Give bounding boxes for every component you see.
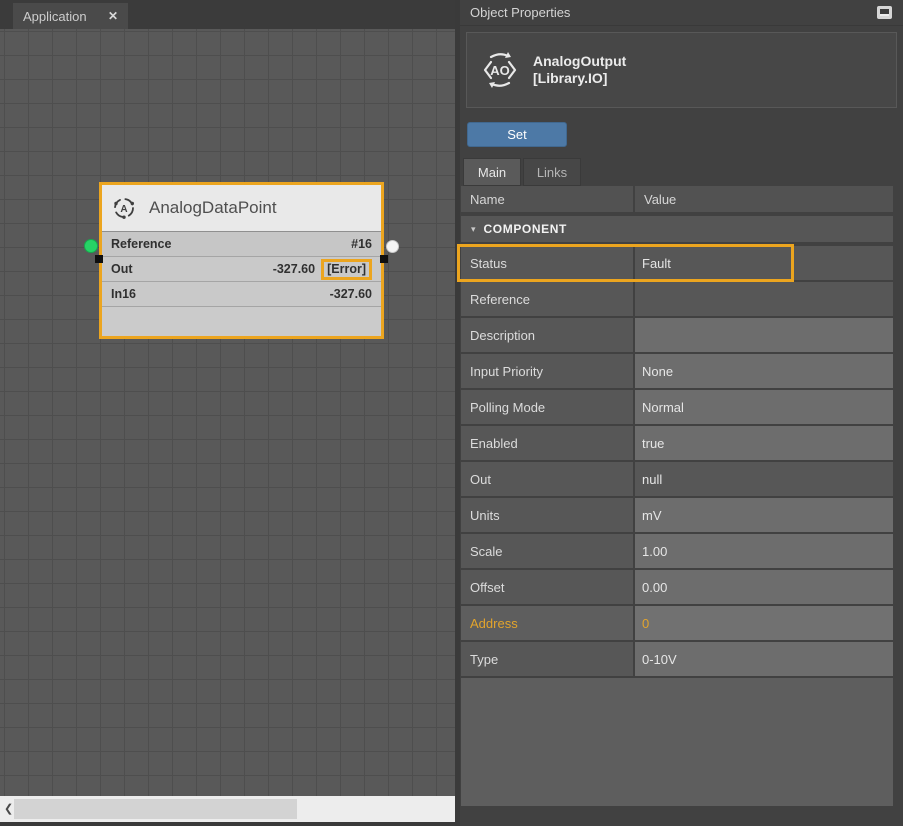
- set-button-label: Set: [507, 127, 527, 142]
- horizontal-scrollbar[interactable]: ❮: [0, 796, 455, 822]
- property-row-out[interactable]: Out null: [461, 462, 893, 496]
- window-glyph: [880, 9, 889, 16]
- tab-main[interactable]: Main: [463, 158, 521, 186]
- node-slot-reference[interactable]: Reference #16: [102, 232, 381, 257]
- set-button[interactable]: Set: [467, 122, 567, 147]
- tab-application-label: Application: [23, 9, 87, 24]
- node-slot-out[interactable]: Out -327.60 [Error]: [102, 257, 381, 282]
- panel-title-bar: Object Properties: [460, 0, 903, 26]
- close-icon[interactable]: ✕: [108, 9, 118, 23]
- node-title: AnalogDataPoint: [149, 198, 277, 218]
- wiresheet-canvas[interactable]: [0, 29, 455, 796]
- panel-title: Object Properties: [470, 5, 570, 20]
- object-name: AnalogOutput: [533, 53, 626, 70]
- scroll-left-icon[interactable]: ❮: [4, 802, 13, 815]
- property-row-status[interactable]: Status Fault: [461, 246, 893, 280]
- column-header-value: Value: [635, 186, 893, 212]
- property-row-polling-mode[interactable]: Polling Mode Normal: [461, 390, 893, 424]
- tab-application[interactable]: Application ✕: [13, 3, 128, 29]
- tab-links[interactable]: Links: [523, 158, 581, 186]
- node-slot-value: -327.60: [273, 262, 315, 276]
- property-row-offset[interactable]: Offset 0.00: [461, 570, 893, 604]
- column-header-name: Name: [461, 186, 633, 212]
- chevron-down-icon[interactable]: ▾: [471, 224, 476, 235]
- tab-main-label: Main: [478, 165, 506, 180]
- property-row-input-priority[interactable]: Input Priority None: [461, 354, 893, 388]
- error-badge: [Error]: [321, 259, 372, 280]
- node-slot-name: Out: [111, 262, 133, 276]
- node-slot-value: -327.60: [330, 287, 372, 301]
- property-row-address[interactable]: Address 0: [461, 606, 893, 640]
- object-library: [Library.IO]: [533, 70, 626, 87]
- node-analog-data-point[interactable]: A AnalogDataPoint Reference #16 Out -327…: [99, 182, 384, 339]
- section-label: COMPONENT: [484, 222, 567, 236]
- node-header[interactable]: A AnalogDataPoint: [102, 185, 381, 232]
- property-row-type[interactable]: Type 0-10V: [461, 642, 893, 676]
- node-slot-value: #16: [351, 237, 372, 251]
- analog-output-icon: AO: [480, 50, 520, 90]
- selection-handle-left[interactable]: [95, 255, 103, 263]
- scrollbar-thumb[interactable]: [14, 799, 297, 819]
- input-port[interactable]: [84, 239, 98, 253]
- property-row-description[interactable]: Description: [461, 318, 893, 352]
- application-window: Application ✕ A AnalogDataPoint Referenc…: [0, 0, 903, 826]
- node-footer: [102, 307, 381, 336]
- section-component[interactable]: ▾ COMPONENT: [461, 216, 893, 242]
- property-row-scale[interactable]: Scale 1.00: [461, 534, 893, 568]
- node-slot-in16[interactable]: In16 -327.60: [102, 282, 381, 307]
- output-port[interactable]: [386, 240, 399, 253]
- svg-text:AO: AO: [490, 63, 510, 78]
- panel-window-icon[interactable]: [877, 6, 892, 19]
- property-row-enabled[interactable]: Enabled true: [461, 426, 893, 460]
- svg-text:A: A: [120, 204, 127, 215]
- tab-links-label: Links: [537, 165, 567, 180]
- property-row-reference[interactable]: Reference: [461, 282, 893, 316]
- object-properties-panel: Object Properties AO AnalogOutput [Libra…: [460, 0, 903, 826]
- property-row-units[interactable]: Units mV: [461, 498, 893, 532]
- selection-handle-right[interactable]: [380, 255, 388, 263]
- node-slot-name: In16: [111, 287, 136, 301]
- node-slot-name: Reference: [111, 237, 171, 251]
- analog-point-icon: A: [111, 195, 137, 221]
- canvas-tab-bar: Application ✕: [0, 0, 455, 29]
- property-table-empty-area: [461, 678, 893, 806]
- object-header-card: AO AnalogOutput [Library.IO]: [466, 32, 897, 108]
